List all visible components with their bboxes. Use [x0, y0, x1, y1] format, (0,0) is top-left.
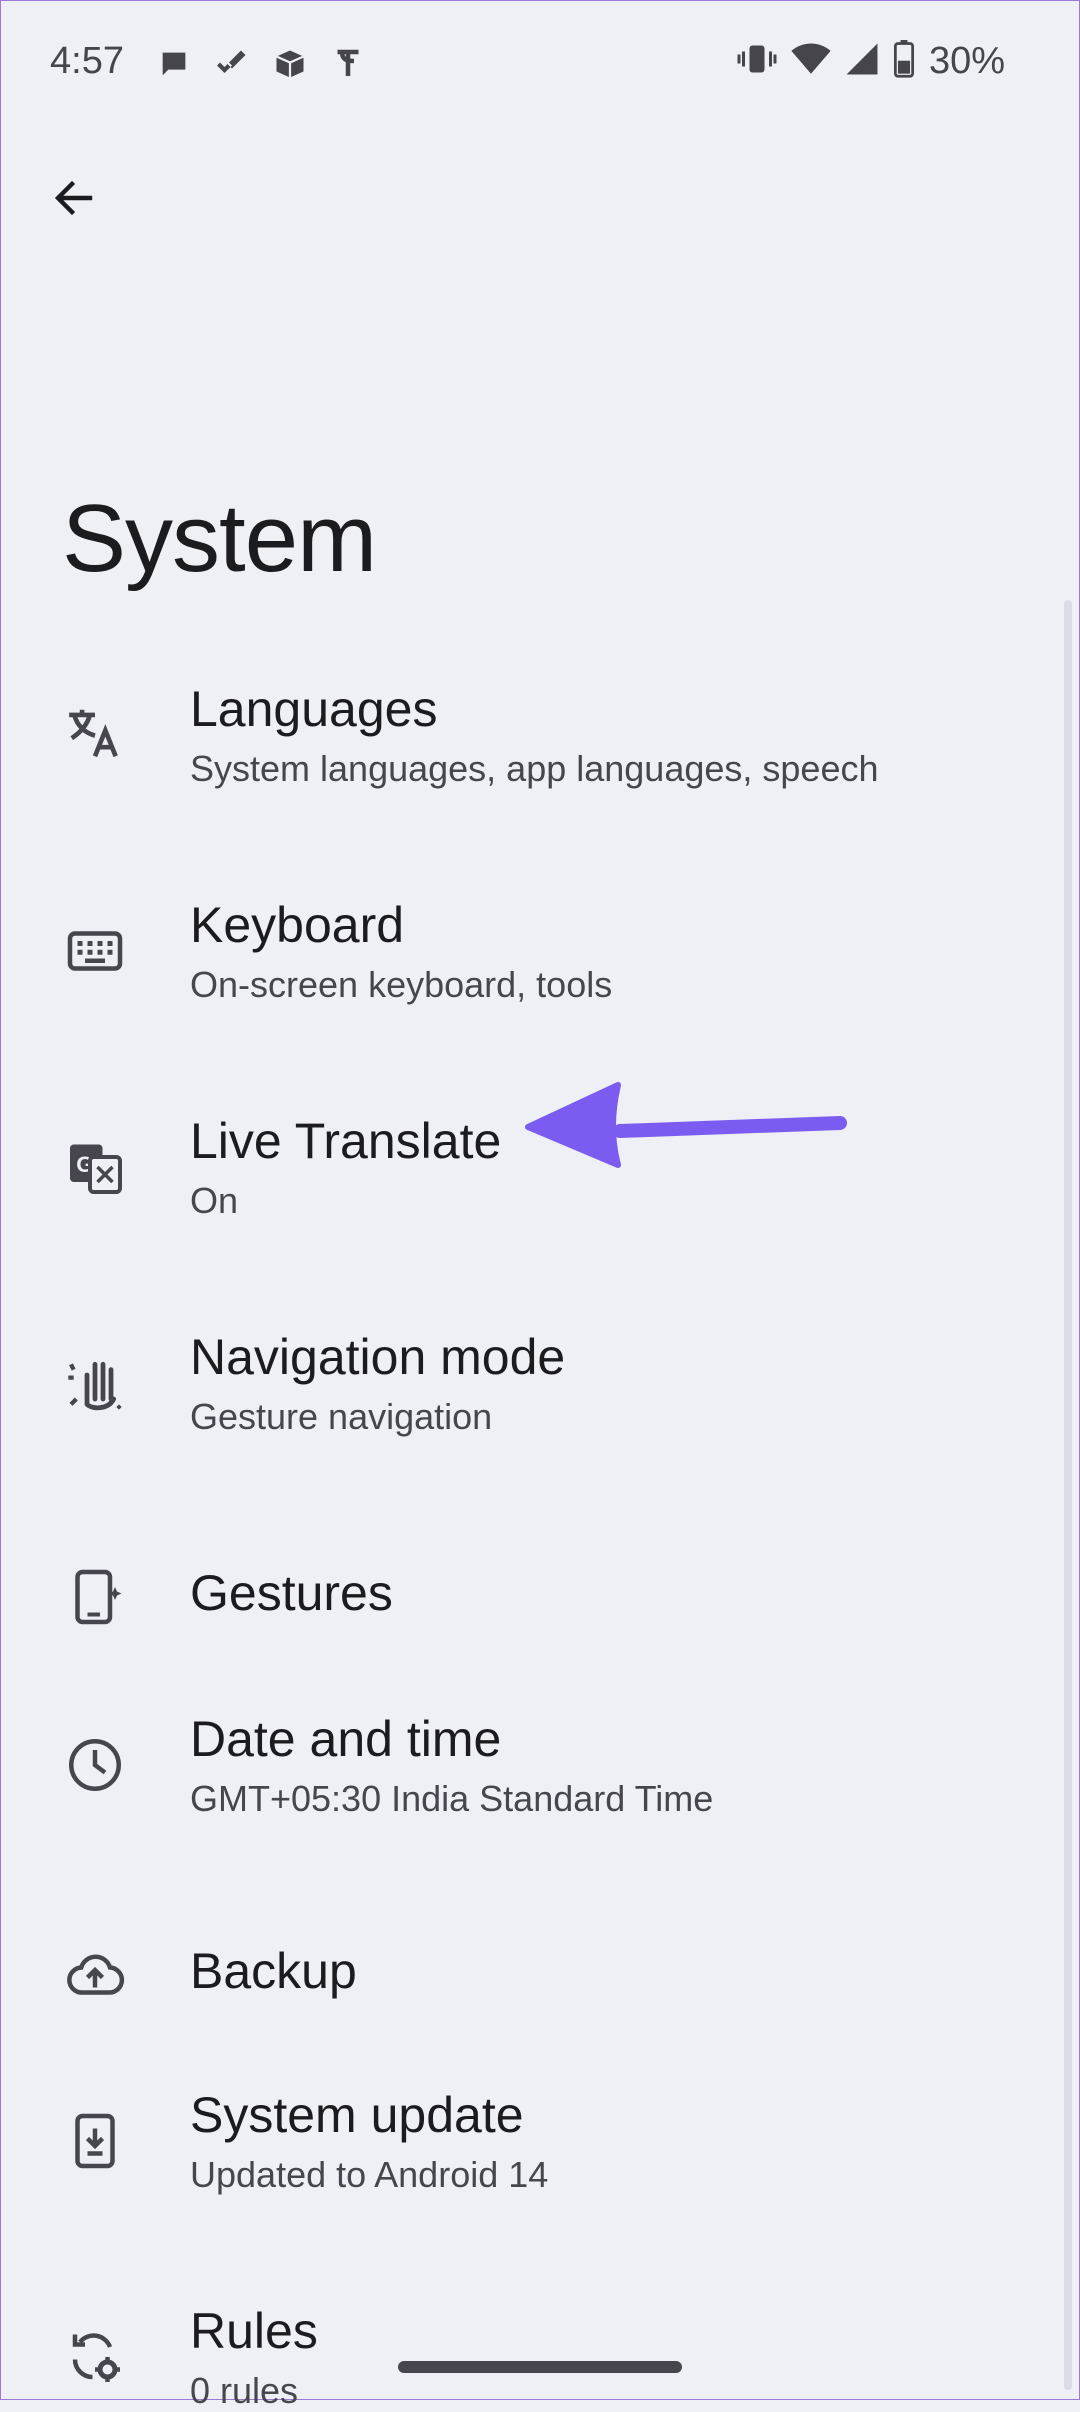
- notification-icons: [155, 45, 367, 83]
- setting-label: Backup: [190, 1943, 357, 1999]
- setting-label: Rules: [190, 2303, 318, 2359]
- setting-summary: On: [190, 1180, 239, 1221]
- setting-date-time[interactable]: Date and time GMT+05:30 India Standard T…: [0, 1680, 1060, 1880]
- phone-sparkle-icon: [62, 1564, 128, 1630]
- setting-system-update[interactable]: System update Updated to Android 14: [0, 2056, 1060, 2256]
- system-update-icon: [62, 2108, 128, 2174]
- rules-icon: [62, 2324, 128, 2390]
- setting-label: Date and time: [190, 1711, 502, 1767]
- keyboard-icon: [62, 918, 128, 984]
- setting-label: Languages: [190, 681, 438, 737]
- setting-backup[interactable]: Backup: [0, 1890, 1060, 2060]
- arrow-back-icon: [50, 174, 98, 227]
- setting-keyboard[interactable]: Keyboard On-screen keyboard, tools: [0, 866, 1060, 1066]
- setting-languages[interactable]: Languages System languages, app language…: [0, 650, 1060, 850]
- battery-percent: 30%: [928, 40, 1005, 82]
- setting-summary: 0 rules: [190, 2370, 299, 2411]
- setting-summary: Updated to Android 14: [190, 2154, 549, 2195]
- status-time: 4:57: [50, 40, 124, 82]
- home-gesture-bar[interactable]: [398, 2361, 682, 2373]
- setting-label: Keyboard: [190, 897, 405, 953]
- setting-label: Gestures: [190, 1565, 393, 1621]
- setting-rules[interactable]: Rules 0 rules: [0, 2272, 1060, 2411]
- setting-summary: Gesture navigation: [190, 1396, 493, 1437]
- pointer-arrow-icon: [520, 1075, 850, 1180]
- vibrate-icon: [737, 41, 777, 82]
- cloud-upload-icon: [62, 1942, 128, 2008]
- live-translate-icon: G: [62, 1134, 128, 1200]
- back-button[interactable]: [44, 170, 104, 230]
- scrollbar[interactable]: [1064, 600, 1072, 2390]
- status-right: 30%: [737, 40, 1005, 83]
- clock-icon: [62, 1732, 128, 1798]
- setting-label: System update: [190, 2087, 524, 2143]
- setting-summary: System languages, app languages, speech: [190, 748, 879, 789]
- phonepe-icon: [329, 45, 367, 83]
- gesture-hand-icon: [62, 1350, 128, 1416]
- setting-label: Navigation mode: [190, 1329, 566, 1385]
- setting-summary: On-screen keyboard, tools: [190, 964, 613, 1005]
- page-title: System: [62, 485, 377, 593]
- setting-gestures[interactable]: Gestures: [0, 1514, 1060, 1684]
- setting-label: Live Translate: [190, 1113, 502, 1169]
- check-mark-icon: [213, 45, 251, 83]
- setting-summary: GMT+05:30 India Standard Time: [190, 1778, 714, 1819]
- signal-icon: [845, 41, 879, 82]
- box-icon: [271, 45, 309, 83]
- status-bar: 4:57 30%: [0, 0, 1080, 130]
- setting-navigation-mode[interactable]: Navigation mode Gesture navigation: [0, 1298, 1060, 1498]
- wifi-icon: [791, 41, 831, 82]
- battery-icon: [893, 40, 915, 83]
- chat-bubble-icon: [155, 45, 193, 83]
- translate-icon: [62, 700, 128, 766]
